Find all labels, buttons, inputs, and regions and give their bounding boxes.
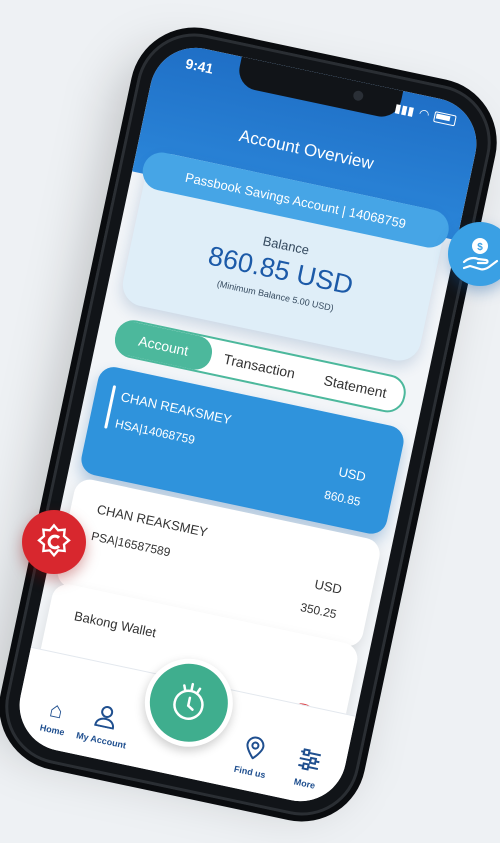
status-icons: ▮▮▮ ◠ xyxy=(393,101,457,128)
camera-dot xyxy=(352,89,365,102)
account-number: PSA|16587589 xyxy=(89,529,172,560)
nav-my-account[interactable]: My Account xyxy=(71,698,138,752)
nav-more[interactable]: More xyxy=(274,743,341,795)
phone-power-button xyxy=(443,302,462,373)
account-amount: 350.25 xyxy=(299,600,338,622)
signal-icon: ▮▮▮ xyxy=(393,100,416,119)
account-number: HSA|14068759 xyxy=(113,416,197,448)
app-screen: 9:41 ▮▮▮ ◠ Account Overview Passbook Sav… xyxy=(11,39,485,810)
tab-statement[interactable]: Statement xyxy=(304,360,407,414)
battery-icon xyxy=(433,110,457,126)
account-currency: USD xyxy=(313,576,344,597)
phone-frame: 9:41 ▮▮▮ ◠ Account Overview Passbook Sav… xyxy=(0,22,500,827)
account-currency: USD xyxy=(337,464,368,485)
svg-text:$: $ xyxy=(477,242,483,253)
wifi-icon: ◠ xyxy=(417,105,431,122)
status-time: 9:41 xyxy=(184,55,215,77)
tab-transaction[interactable]: Transaction xyxy=(208,339,311,393)
account-amount: 860.85 xyxy=(322,487,362,509)
tap-hand-icon xyxy=(173,682,204,720)
phone-notch xyxy=(235,56,404,121)
tab-account[interactable]: Account xyxy=(112,318,215,373)
wallet-name: Bakong Wallet xyxy=(72,608,158,641)
bakong-badge-icon xyxy=(22,510,86,574)
